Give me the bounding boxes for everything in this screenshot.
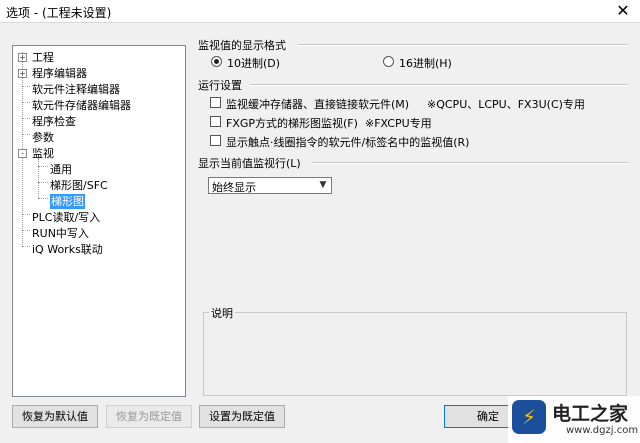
current-row-title: 显示当前值监视行(L)	[198, 157, 301, 170]
buffer-monitor-note: ※QCPU、LCPU、FX3U(C)专用	[427, 98, 585, 111]
checkbox-buffer-monitor-label[interactable]: 监视缓冲存储器、直接链接软元件(M)	[226, 96, 409, 112]
tree-label: RUN中写入	[32, 227, 89, 240]
radio-decimal[interactable]	[211, 56, 222, 67]
checkbox-fxgp-monitor[interactable]	[210, 116, 221, 127]
window-title: 选项 - (工程未设置)	[6, 6, 112, 20]
watermark: ⚡ 电工之家 www.dgzj.com	[508, 396, 640, 443]
restore-default-button[interactable]: 恢复为默认值	[12, 405, 98, 428]
separator	[250, 84, 628, 86]
lightning-logo: ⚡	[512, 400, 546, 434]
tree-label: 软元件存储器编辑器	[32, 99, 131, 112]
tree-label: 监视	[32, 147, 54, 160]
separator	[312, 162, 628, 164]
tree-label: iQ Works联动	[32, 243, 103, 256]
display-format-title: 监视值的显示格式	[198, 39, 286, 52]
current-row-select[interactable]: 始终显示 ▼	[208, 177, 332, 194]
tree-label: 程序检查	[32, 115, 76, 128]
close-icon: ✕	[616, 1, 630, 20]
tree-label: PLC读取/写入	[32, 211, 101, 224]
checkbox-label-monitor[interactable]	[210, 135, 221, 146]
radio-hex[interactable]	[383, 56, 394, 67]
title-bar: 选项 - (工程未设置) ✕	[0, 0, 640, 23]
separator	[298, 44, 628, 46]
options-tree[interactable]: + 工程 + 程序编辑器 软元件注释编辑器 软元件存储器编辑器 程序检查 参数 …	[12, 45, 186, 397]
collapse-icon[interactable]: -	[18, 149, 27, 158]
tree-label: 参数	[32, 131, 54, 144]
current-row-value: 始终显示	[212, 181, 256, 194]
tree-label: 通用	[50, 163, 72, 176]
expand-icon[interactable]: +	[18, 53, 27, 62]
tree-label: 工程	[32, 51, 54, 64]
watermark-url: www.dgzj.com	[566, 425, 639, 436]
tree-label: 程序编辑器	[32, 67, 87, 80]
tree-label: 软元件注释编辑器	[32, 83, 120, 96]
radio-decimal-label[interactable]: 10进制(D)	[227, 55, 280, 71]
watermark-name: 电工之家	[552, 403, 629, 425]
close-button[interactable]: ✕	[612, 0, 634, 22]
expand-icon[interactable]: +	[18, 69, 27, 78]
description-box	[203, 312, 627, 396]
chevron-down-icon[interactable]: ▼	[315, 178, 331, 193]
restore-preset-button[interactable]: 恢复为既定值	[106, 405, 192, 428]
tree-label: 梯形图	[50, 194, 85, 209]
checkbox-fxgp-monitor-label[interactable]: FXGP方式的梯形图监视(F)	[226, 115, 358, 131]
tree-label: 梯形图/SFC	[50, 179, 108, 192]
fxgp-monitor-note: ※FXCPU专用	[365, 117, 432, 130]
checkbox-buffer-monitor[interactable]	[210, 97, 221, 108]
radio-hex-label[interactable]: 16进制(H)	[399, 55, 452, 71]
checkbox-label-monitor-label[interactable]: 显示触点·线圈指令的软元件/标签名中的监视值(R)	[226, 134, 469, 150]
set-preset-button[interactable]: 设置为既定值	[199, 405, 285, 428]
run-settings-title: 运行设置	[198, 79, 242, 92]
description-title: 说明	[209, 305, 235, 321]
